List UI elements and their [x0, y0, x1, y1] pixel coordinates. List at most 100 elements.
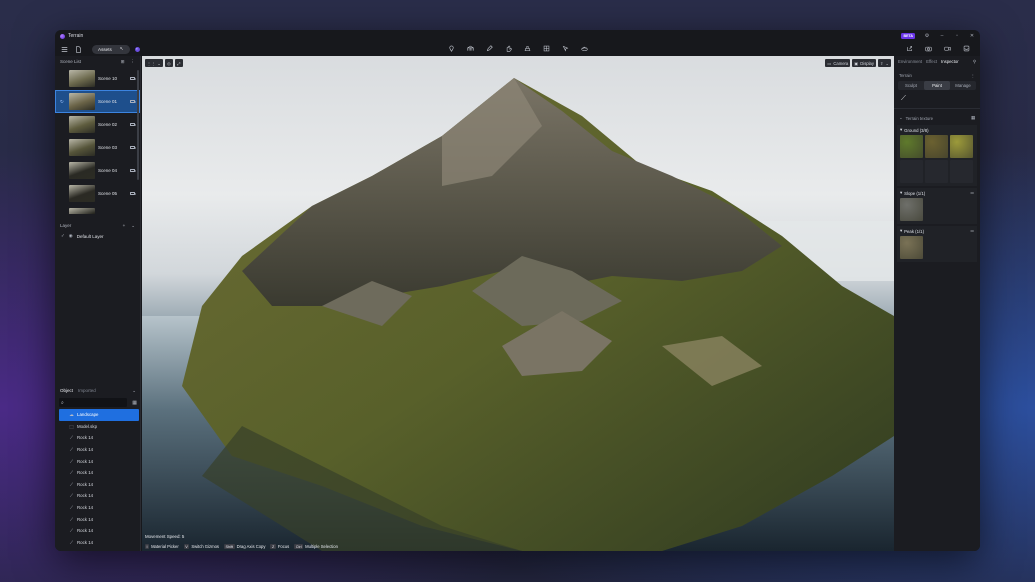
scene-item[interactable]: Scene 04 [55, 159, 140, 182]
texture-group-header[interactable]: ▾ Peak (1/1) ⚌ [897, 226, 977, 236]
pin-icon[interactable]: ⚲ [973, 59, 976, 65]
assets-button[interactable]: Assets ↖ [92, 44, 130, 54]
refresh-icon[interactable]: ↻ [60, 99, 64, 105]
bridge-icon[interactable] [466, 44, 474, 52]
grid-icon[interactable] [542, 44, 550, 52]
mode-manage[interactable]: Manage [950, 81, 976, 90]
globe-icon[interactable] [134, 45, 142, 53]
menu-icon[interactable] [60, 45, 68, 53]
tab-environment[interactable]: Environment [898, 59, 922, 64]
object-item[interactable]: ⟋Rock 14 [55, 537, 141, 549]
more-icon[interactable]: ⋮ [131, 59, 136, 65]
layer-title: Layer [60, 223, 72, 228]
texture-slot[interactable] [950, 160, 973, 183]
search-input[interactable] [65, 400, 116, 405]
brush-icon[interactable]: ⟋ [901, 95, 973, 103]
grid-view-icon[interactable]: ▦ [132, 400, 137, 406]
collapse-icon[interactable]: ⌄ [131, 223, 135, 229]
object-item[interactable]: ⬚ Model.skp [55, 421, 141, 433]
cursor-icon: ↖ [119, 46, 124, 51]
scene-item[interactable]: Scene 05 [55, 182, 140, 205]
camera-icon[interactable] [130, 76, 136, 81]
add-scene-icon[interactable]: ⊞ [121, 59, 125, 65]
camera-icon[interactable] [924, 44, 932, 52]
check-icon[interactable]: ✓ [61, 233, 65, 239]
expand-button[interactable]: ⤢ [174, 59, 183, 67]
view-mode-button[interactable]: ⋮⋮ ⌄ [145, 59, 163, 67]
object-item[interactable]: ⟋Rock 14 [55, 513, 141, 525]
add-layer-icon[interactable]: + [123, 223, 126, 229]
scene-item[interactable]: Scene 02 [55, 113, 140, 136]
hand-icon[interactable] [504, 44, 512, 52]
texture-group-header[interactable]: ▾ Slope (1/1) ⚌ [897, 188, 977, 198]
object-item[interactable]: ⟋Rock 14 [55, 502, 141, 514]
eye-icon[interactable]: ◉ [69, 233, 73, 239]
camera-icon[interactable] [130, 191, 136, 196]
close-button[interactable]: ✕ [969, 33, 975, 39]
3d-viewport[interactable]: ⋮⋮ ⌄ ◎ ⤢ ▭ Camera ▣ Display ⇪ ⌄ Movement Spe… [142, 56, 894, 551]
settings-icon[interactable]: ⚙ [924, 33, 930, 39]
scene-list-scrollbar[interactable] [137, 70, 139, 180]
object-item[interactable]: ☁ Landscape [59, 409, 139, 421]
object-item[interactable]: ⟋Rock 14 [55, 432, 141, 444]
object-item[interactable]: ⟋Rock 14 [55, 548, 141, 551]
texture-slot[interactable] [925, 135, 948, 158]
scene-item[interactable]: Scene 06 [55, 205, 140, 214]
texture-group-label: Peak (1/1) [904, 228, 924, 234]
texture-slot[interactable] [925, 160, 948, 183]
leaf-icon: ⟋ [69, 435, 74, 441]
new-file-icon[interactable] [74, 45, 82, 53]
display-button[interactable]: ▣ Display [852, 59, 876, 67]
inbox-icon[interactable] [962, 44, 970, 52]
globe-view-button[interactable]: ◎ [164, 59, 173, 67]
video-icon[interactable] [943, 44, 951, 52]
minimize-button[interactable]: – [939, 33, 945, 39]
pin-icon[interactable] [447, 44, 455, 52]
texture-slot[interactable] [900, 135, 923, 158]
sliders-icon[interactable]: ⚌ [970, 190, 974, 196]
camera-icon[interactable] [130, 168, 136, 173]
mode-sculpt[interactable]: Sculpt [898, 81, 924, 90]
tab-effect[interactable]: Effect [926, 59, 937, 64]
scene-item[interactable]: Scene 10 [55, 67, 140, 90]
texture-slot[interactable] [900, 160, 923, 183]
tab-inspector[interactable]: Inspector [941, 59, 959, 64]
object-item[interactable]: ⟋Rock 14 [55, 479, 141, 491]
camera-icon[interactable] [130, 122, 136, 127]
scene-item[interactable]: Scene 03 [55, 136, 140, 159]
pencil-icon[interactable] [485, 44, 493, 52]
collapse-icon[interactable]: ⌄ [899, 115, 903, 121]
sliders-icon[interactable]: ⚌ [970, 228, 974, 234]
more-icon[interactable]: ⋮ [971, 73, 975, 78]
export-icon[interactable] [905, 44, 913, 52]
shortcut-label: Focus [277, 544, 290, 549]
share-button[interactable]: ⇪ ⌄ [877, 59, 891, 67]
camera-button[interactable]: ▭ Camera [825, 59, 851, 67]
caret-down-icon: ▾ [900, 127, 903, 132]
object-search[interactable]: ⌕ [59, 398, 128, 407]
layer-item-default[interactable]: ✓ ◉ Default Layer [55, 231, 140, 241]
texture-slot[interactable] [900, 236, 923, 259]
mode-paint[interactable]: Paint [924, 81, 950, 90]
texture-group-header[interactable]: ▾ Ground (3/8) [897, 125, 977, 135]
stamp-icon[interactable] [523, 44, 531, 52]
filter-icon[interactable]: ⌄ [132, 388, 136, 394]
scene-item[interactable]: ↻ Scene 01 [55, 90, 140, 113]
object-item[interactable]: ⟋Rock 14 [55, 467, 141, 479]
texture-slot[interactable] [950, 135, 973, 158]
object-item[interactable]: ⟋Rock 14 [55, 490, 141, 502]
object-item[interactable]: ⟋Rock 14 [55, 444, 141, 456]
tab-object[interactable]: Object [60, 388, 73, 393]
landscape-tool-icon[interactable] [580, 44, 588, 52]
object-item[interactable]: ⟋Rock 14 [55, 525, 141, 537]
scene-thumbnail [69, 70, 95, 87]
shortcut-key: V [183, 544, 190, 549]
camera-icon[interactable] [130, 99, 136, 104]
camera-icon[interactable] [130, 145, 136, 150]
object-item[interactable]: ⟋Rock 14 [55, 455, 141, 467]
maximize-button[interactable]: ▫ [954, 33, 960, 39]
tab-imported[interactable]: Imported [78, 388, 96, 393]
texture-slot[interactable] [900, 198, 923, 221]
cursor-tool-icon[interactable] [561, 44, 569, 52]
grid-icon[interactable]: ▦ [971, 115, 975, 121]
